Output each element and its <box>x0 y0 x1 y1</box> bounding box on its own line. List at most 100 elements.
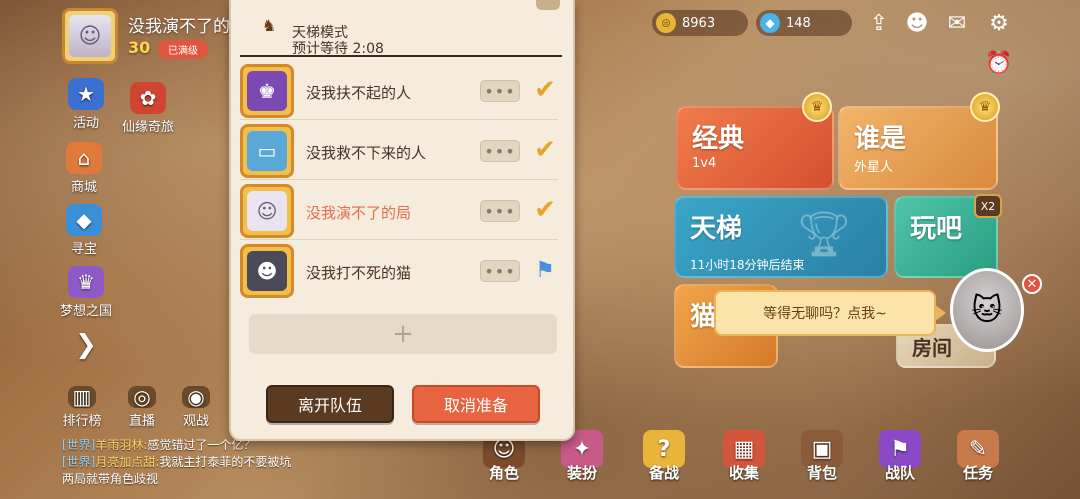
shop-icon: ⌂ <box>66 142 102 174</box>
more-options-button[interactable]: ••• <box>480 80 520 102</box>
task-icon: ✎ <box>957 430 999 468</box>
team-member[interactable]: ▭ 没我救不下来的人 ••• ✔ <box>240 122 558 180</box>
ladder-mode-icon: ♞ <box>261 15 277 35</box>
divider <box>240 55 562 57</box>
close-icon[interactable]: ✕ <box>1022 274 1042 294</box>
double-badge: X2 <box>974 194 1002 218</box>
coin-icon: ⊜ <box>656 13 676 33</box>
member-name: 没我打不死的猫 <box>306 264 412 282</box>
add-member-button[interactable]: + <box>249 314 557 354</box>
team-member-self[interactable]: ☺ 没我演不了的局 ••• ✔ <box>240 182 558 240</box>
nav-shop[interactable]: ⌂ 商城 <box>54 142 114 195</box>
gear-icon[interactable]: ⚙ <box>984 8 1014 38</box>
activity-icon: ★ <box>68 78 104 110</box>
member-name: 没我演不了的局 <box>306 204 412 222</box>
bottom-nav-label: 备战 <box>648 464 679 482</box>
bottom-nav-prepare[interactable]: ? 备战 <box>632 430 696 483</box>
mode-alien[interactable]: 谁是 外星人 <box>838 106 998 190</box>
nav-label: 排行榜 <box>62 414 102 429</box>
gold-counter[interactable]: ⊜ 8963 <box>652 10 748 36</box>
member-avatar-face: ☻ <box>247 251 287 291</box>
spectate-icon: ◉ <box>182 385 210 409</box>
live-icon: ◎ <box>128 385 156 409</box>
medal-icon: ♛ <box>970 92 1000 122</box>
player-level: 30 <box>128 38 151 57</box>
friends-icon[interactable]: ☻ <box>902 8 932 38</box>
member-avatar[interactable]: ▭ <box>240 124 294 178</box>
member-avatar-face: ▭ <box>247 131 287 171</box>
world-chat-log[interactable]: [世界]羊雨羽林:感觉错过了一个亿？ [世界]月亮加点甜:我就主打泰菲的不要被坑… <box>62 437 302 488</box>
treasure-icon: ◆ <box>66 204 102 236</box>
alarm-icon[interactable]: ⏰ <box>984 48 1014 78</box>
leader-flag-icon: ⚑ <box>535 257 555 283</box>
status-badge: 已满级 <box>158 40 208 59</box>
checkmark-icon: ✔ <box>534 195 556 225</box>
nav-label: 梦想之国 <box>59 304 112 319</box>
nav-label: 寻宝 <box>70 242 97 257</box>
member-name: 没我救不下来的人 <box>306 144 427 162</box>
panel-collapse-handle[interactable] <box>536 0 560 10</box>
medal-icon: ♛ <box>802 92 832 122</box>
member-avatar[interactable]: ♚ <box>240 64 294 118</box>
bottom-nav-bag[interactable]: ▣ 背包 <box>790 430 854 483</box>
member-avatar-face: ☺ <box>247 191 287 231</box>
more-options-button[interactable]: ••• <box>480 200 520 222</box>
checkmark-icon: ✔ <box>534 135 556 165</box>
nav-treasure[interactable]: ◆ 寻宝 <box>54 204 114 257</box>
diamond-counter[interactable]: ◆ 148 <box>756 10 852 36</box>
nav-label: 观战 <box>182 414 209 429</box>
dreamland-icon: ♛ <box>68 266 104 298</box>
mascot-avatar[interactable]: 🐱︎ <box>950 268 1024 352</box>
cancel-ready-button[interactable]: 取消准备 <box>412 385 540 423</box>
mode-title: 玩吧 <box>910 214 963 244</box>
nav-expand[interactable]: ❯ <box>56 330 116 360</box>
chat-line: [世界]月亮加点甜:我就主打泰菲的不要被坑两局就带角色歧视 <box>62 455 292 486</box>
player-avatar-face: ☺ <box>69 15 111 57</box>
leave-team-button[interactable]: 离开队伍 <box>266 385 394 423</box>
team-member[interactable]: ♚ 没我扶不起的人 ••• ✔ <box>240 62 558 120</box>
more-options-button[interactable]: ••• <box>480 260 520 282</box>
member-avatar[interactable]: ☻ <box>240 244 294 298</box>
checkmark-icon: ✔ <box>534 75 556 105</box>
mail-icon[interactable]: ✉ <box>942 8 972 38</box>
team-member[interactable]: ☻ 没我打不死的猫 ••• ⚑ <box>240 242 558 300</box>
bottom-nav-team[interactable]: ⚑ 战队 <box>868 430 932 483</box>
bottom-nav-task[interactable]: ✎ 任务 <box>946 430 1010 483</box>
mode-timer: 11小时18分钟后结束 <box>690 258 805 272</box>
bottom-nav-collect[interactable]: ▦ 收集 <box>712 430 776 483</box>
bottom-nav-label: 收集 <box>728 464 759 482</box>
chat-prompt-text: 等得无聊吗？点我~ <box>763 306 887 322</box>
chevron-right-icon: ❯ <box>75 330 97 360</box>
bottom-nav-label: 任务 <box>962 464 993 482</box>
member-avatar[interactable]: ☺ <box>240 184 294 238</box>
bubble-tail <box>934 304 946 322</box>
prepare-icon: ? <box>643 430 685 468</box>
mode-sub: 1v4 <box>692 156 717 171</box>
bottom-nav-label: 背包 <box>806 464 837 482</box>
bottom-nav-label: 战队 <box>884 464 915 482</box>
nav-journey[interactable]: ✿ 仙缘奇旅 <box>118 82 178 135</box>
share-icon[interactable]: ⇪ <box>864 8 894 38</box>
player-avatar[interactable]: ☺ <box>62 8 118 64</box>
mode-title: 谁是 <box>854 124 907 154</box>
team-icon: ⚑ <box>879 430 921 468</box>
member-name: 没我扶不起的人 <box>306 84 412 102</box>
bottom-nav-label: 装扮 <box>566 464 597 482</box>
journey-icon: ✿ <box>130 82 166 114</box>
nav-dreamland[interactable]: ♛ 梦想之国 <box>56 266 116 319</box>
more-options-button[interactable]: ••• <box>480 140 520 162</box>
nav-spectate[interactable]: ◉ 观战 <box>166 385 226 429</box>
diamond-plus-icon: ◆ <box>760 13 780 33</box>
mode-ladder[interactable]: 天梯 11小时18分钟后结束 🏆︎ <box>674 196 888 278</box>
diamond-amount: 148 <box>786 15 811 31</box>
nav-label: 活动 <box>72 116 99 131</box>
nav-live[interactable]: ◎ 直播 <box>112 385 172 429</box>
nav-activity[interactable]: ★ 活动 <box>56 78 116 131</box>
mode-sub: 外星人 <box>854 160 894 175</box>
mode-title: 经典 <box>692 124 745 154</box>
collect-icon: ▦ <box>723 430 765 468</box>
gold-amount: 8963 <box>682 15 716 31</box>
chat-prompt-bubble[interactable]: 等得无聊吗？点我~ <box>714 290 936 336</box>
nav-ranking[interactable]: ▥ 排行榜 <box>52 385 112 429</box>
bottom-nav-label: 角色 <box>488 464 519 482</box>
